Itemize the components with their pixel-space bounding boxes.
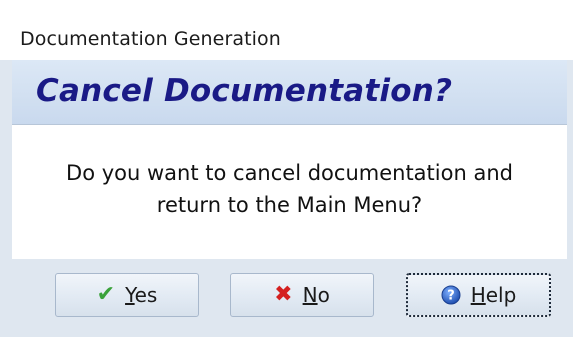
button-bar: ✔ Yes ✖ No ? Help: [12, 259, 567, 337]
no-button[interactable]: ✖ No: [230, 273, 374, 317]
help-icon: ?: [441, 285, 461, 305]
help-button[interactable]: ? Help: [406, 273, 551, 317]
no-button-label: No: [302, 283, 330, 307]
yes-button[interactable]: ✔ Yes: [55, 273, 199, 317]
check-icon: ✔: [96, 282, 116, 307]
x-icon: ✖: [274, 282, 293, 307]
dialog-message: Do you want to cancel documentation and …: [12, 157, 567, 221]
message-line-2: return to the Main Menu?: [156, 193, 423, 217]
dialog-header: Cancel Documentation?: [12, 60, 567, 125]
dialog-heading: Cancel Documentation?: [36, 73, 453, 109]
title-bar[interactable]: Documentation Generation: [0, 0, 573, 60]
window-title: Documentation Generation: [20, 28, 281, 50]
dialog-content: Do you want to cancel documentation and …: [12, 125, 567, 259]
dialog-window: Documentation Generation Cancel Document…: [0, 0, 573, 337]
yes-button-label: Yes: [125, 283, 158, 307]
window-frame-left: [0, 60, 12, 337]
window-frame-right: [567, 60, 573, 337]
message-line-1: Do you want to cancel documentation and: [66, 161, 513, 185]
svg-text:?: ?: [447, 289, 455, 304]
help-button-label: Help: [470, 283, 517, 307]
